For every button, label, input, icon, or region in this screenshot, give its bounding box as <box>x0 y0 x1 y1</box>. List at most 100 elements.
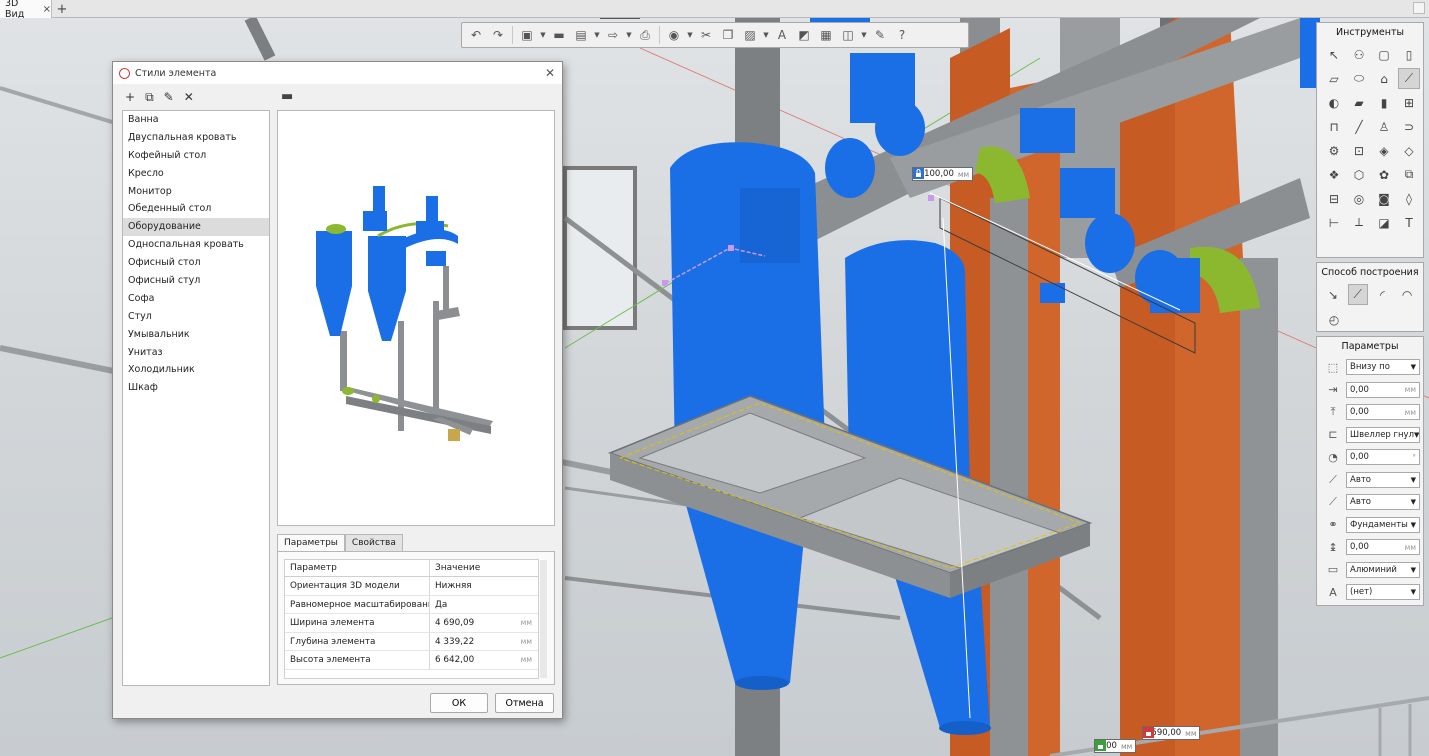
arc-icon[interactable]: ◜ <box>1373 284 1393 305</box>
hotspot-icon[interactable]: ◎ <box>1348 188 1370 209</box>
chevron-down-icon[interactable]: ▼ <box>1411 566 1416 574</box>
tab-properties[interactable]: Свойства <box>344 534 403 551</box>
duct-icon[interactable]: ◈ <box>1373 140 1395 161</box>
param-value[interactable]: 4 339,22 <box>435 633 474 651</box>
column-icon[interactable]: ▯ <box>1398 44 1420 65</box>
edit-pencil-icon[interactable]: ✎ <box>164 90 174 105</box>
label-tag-icon[interactable]: ⊟ <box>1323 188 1345 209</box>
chevron-down-icon[interactable]: ▼ <box>539 25 547 45</box>
chevron-down-icon[interactable]: ▼ <box>625 25 633 45</box>
print-icon[interactable]: ⎙ <box>635 25 655 45</box>
close-icon[interactable]: × <box>43 4 51 15</box>
list-item[interactable]: Обеденный стол <box>123 200 269 218</box>
element-style-icon[interactable]: ◩ <box>794 25 814 45</box>
dimension-icon[interactable]: ⊢ <box>1323 212 1345 233</box>
list-item[interactable]: Офисный стул <box>123 272 269 290</box>
list-item[interactable]: Софа <box>123 290 269 308</box>
param-dropdown[interactable]: Алюминий ▼ <box>1346 561 1420 578</box>
render-icon[interactable]: ◉ <box>664 25 684 45</box>
settings-wrench-icon[interactable]: ✎ <box>870 25 890 45</box>
param-input[interactable]: 0,00 мм <box>1346 404 1420 421</box>
measure-icon[interactable]: ⟂ <box>1348 212 1370 233</box>
param-input[interactable]: 0,00 мм <box>1346 539 1420 556</box>
equipment-icon[interactable]: ⚙ <box>1323 140 1345 161</box>
dimension-input-top[interactable]: 8 100,00 мм <box>912 167 974 181</box>
paste-icon[interactable]: ▨ <box>740 25 760 45</box>
mesh-icon[interactable]: ✿ <box>1373 164 1395 185</box>
wall-icon[interactable]: ▢ <box>1373 44 1395 65</box>
param-value[interactable]: 4 690,09 <box>435 614 474 632</box>
chevron-down-icon[interactable]: ▼ <box>1411 363 1416 371</box>
lock-icon[interactable] <box>1095 740 1106 751</box>
list-item[interactable]: Холодильник <box>123 361 269 379</box>
stair-icon[interactable]: ▰ <box>1348 92 1370 113</box>
slab-icon[interactable]: ▱ <box>1323 68 1345 89</box>
straight-line-icon[interactable]: ⟋ <box>1347 284 1368 305</box>
window-icon[interactable]: ⊞ <box>1398 92 1420 113</box>
door-icon[interactable]: ▮ <box>1373 92 1395 113</box>
views-icon[interactable]: ◫ <box>838 25 858 45</box>
camera-icon[interactable]: ◙ <box>1373 188 1395 209</box>
furniture-icon[interactable]: ♙ <box>1373 116 1395 137</box>
param-value-cell[interactable]: Да <box>430 596 538 614</box>
list-item[interactable]: Монитор <box>123 183 269 201</box>
marker-icon[interactable]: ◊ <box>1398 188 1420 209</box>
dimension-input-bottom-right[interactable]: 1590,00 мм <box>1142 726 1201 740</box>
morph-icon[interactable]: ⬡ <box>1348 164 1370 185</box>
list-item[interactable]: Односпальная кровать <box>123 236 269 254</box>
param-dropdown[interactable]: (нет) ▼ <box>1346 584 1420 601</box>
fitting-icon[interactable]: ◇ <box>1398 140 1420 161</box>
chevron-down-icon[interactable]: ▼ <box>762 25 770 45</box>
cut-icon[interactable]: ✂ <box>696 25 716 45</box>
ok-button[interactable]: ОК <box>430 693 488 713</box>
layers-icon[interactable]: ▦ <box>816 25 836 45</box>
copy-icon[interactable]: ❐ <box>718 25 738 45</box>
param-value[interactable]: Да <box>435 596 447 614</box>
list-item[interactable]: Кофейный стол <box>123 147 269 165</box>
add-icon[interactable]: + <box>125 90 135 105</box>
param-value[interactable]: 6 642,00 <box>435 651 474 669</box>
list-item[interactable]: Стул <box>123 308 269 326</box>
chevron-down-icon[interactable]: ▼ <box>1411 588 1416 596</box>
select-arrow-icon[interactable]: ↖ <box>1323 44 1345 65</box>
param-value-cell[interactable]: Нижняя <box>430 577 538 595</box>
param-dropdown[interactable]: Авто ▼ <box>1346 471 1420 488</box>
duplicate-icon[interactable]: ⧉ <box>145 90 154 105</box>
redo-icon[interactable]: ↷ <box>488 25 508 45</box>
beam-icon[interactable]: ⬭ <box>1348 68 1370 89</box>
list-item[interactable]: Офисный стол <box>123 254 269 272</box>
list-item[interactable]: Кресло <box>123 165 269 183</box>
pipe-icon[interactable]: ⊃ <box>1398 116 1420 137</box>
steel-beam-icon[interactable]: ⟋ <box>1398 68 1420 89</box>
param-value[interactable]: Нижняя <box>435 577 472 595</box>
help-icon[interactable]: ? <box>892 25 912 45</box>
table-scrollbar[interactable] <box>540 560 547 678</box>
param-dropdown[interactable]: Фундаменты ▼ <box>1346 516 1420 533</box>
export-icon[interactable]: ⇨ <box>603 25 623 45</box>
param-input[interactable]: 0,00 мм <box>1346 381 1420 398</box>
param-dropdown[interactable]: Внизу по ▼ <box>1346 359 1420 376</box>
param-value-cell[interactable]: 4 339,22 мм <box>430 633 538 651</box>
object-icon[interactable]: ⚇ <box>1348 44 1370 65</box>
fill-icon[interactable]: ◪ <box>1373 212 1395 233</box>
open-folder-icon[interactable]: ▬ <box>549 25 569 45</box>
roof-icon[interactable]: ⌂ <box>1373 68 1395 89</box>
list-item[interactable]: Умывальник <box>123 326 269 344</box>
table-row[interactable]: Высота элемента 6 642,00 мм <box>285 651 538 670</box>
param-value-cell[interactable]: 4 690,09 мм <box>430 614 538 632</box>
text-icon[interactable]: T <box>1398 212 1420 233</box>
delete-icon[interactable]: ✕ <box>184 90 194 105</box>
table-row[interactable]: Ширина элемента 4 690,09 мм <box>285 614 538 633</box>
single-point-icon[interactable]: ↘ <box>1323 284 1343 305</box>
section-icon[interactable]: ⧉ <box>1398 164 1420 185</box>
table-row[interactable]: Глубина элемента 4 339,22 мм <box>285 632 538 651</box>
table-row[interactable]: Равномерное масштабирование Да <box>285 595 538 614</box>
list-item[interactable]: Оборудование <box>123 218 269 237</box>
lock-icon[interactable] <box>1143 727 1154 738</box>
cancel-button[interactable]: Отмена <box>495 693 554 713</box>
chevron-down-icon[interactable]: ▼ <box>686 25 694 45</box>
param-value-cell[interactable]: 6 642,00 мм <box>430 651 538 669</box>
lock-icon[interactable] <box>913 168 924 179</box>
shell-icon[interactable]: ◐ <box>1323 92 1345 113</box>
tab-parameters[interactable]: Параметры <box>277 534 345 551</box>
